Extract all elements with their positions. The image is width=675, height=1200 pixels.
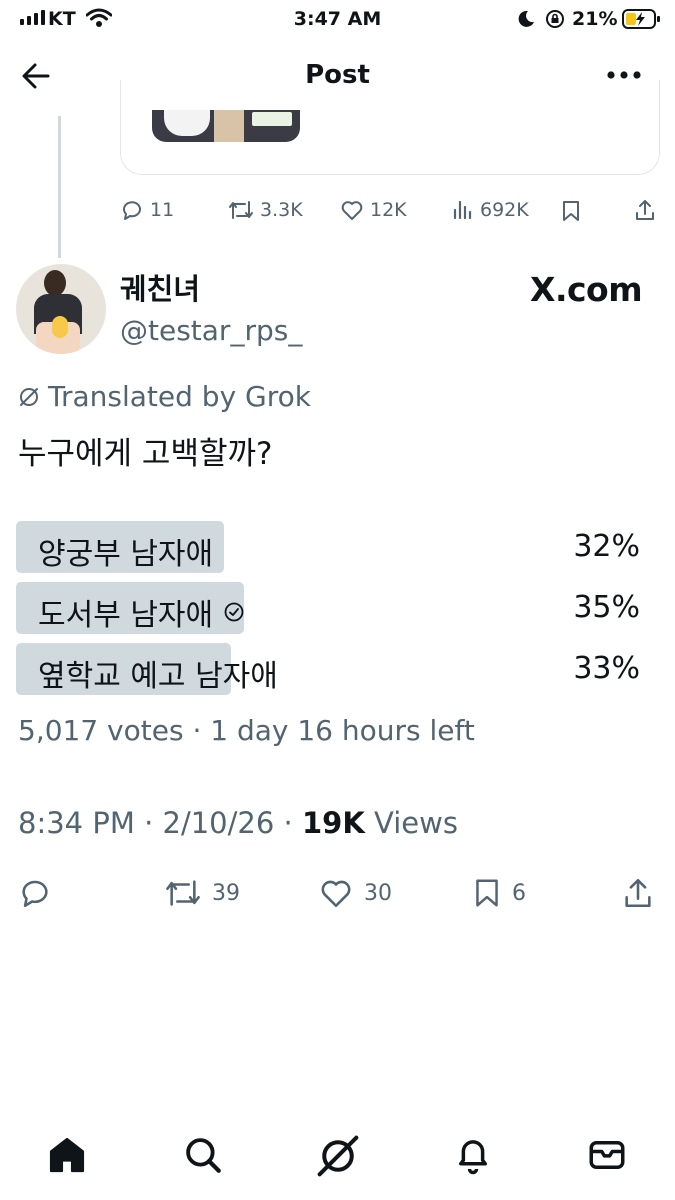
repost-icon bbox=[166, 880, 200, 906]
share-button[interactable] bbox=[622, 876, 654, 910]
poll-option-3[interactable]: 옆학교 예고 남자애 33% bbox=[16, 643, 640, 695]
views-chart-icon bbox=[453, 200, 472, 220]
poll-option-2[interactable]: 도서부 남자애 35% bbox=[16, 582, 640, 634]
poll-option-percent: 32% bbox=[573, 529, 640, 564]
views-count[interactable]: 19K bbox=[302, 806, 365, 840]
like-count: 30 bbox=[364, 880, 392, 906]
poll-summary: 5,017 votes · 1 day 16 hours left bbox=[18, 714, 475, 747]
media-thumbnail[interactable] bbox=[152, 110, 300, 142]
heart-icon bbox=[341, 201, 363, 220]
battery-charging-icon bbox=[622, 8, 662, 30]
search-icon bbox=[186, 1138, 221, 1173]
bookmark-button[interactable]: 6 bbox=[472, 876, 526, 910]
more-options-button[interactable] bbox=[606, 70, 642, 80]
share-icon bbox=[636, 200, 654, 220]
reply-button[interactable] bbox=[18, 876, 52, 910]
repost-action[interactable]: 3.3K bbox=[228, 198, 303, 222]
reply-icon bbox=[22, 880, 48, 908]
like-button[interactable]: 30 bbox=[318, 876, 392, 910]
poll-option-label: 도서부 남자애 bbox=[38, 598, 214, 633]
tab-home[interactable] bbox=[46, 1134, 88, 1176]
reply-count: 11 bbox=[150, 199, 175, 221]
author-handle[interactable]: @testar_rps_ bbox=[120, 314, 302, 347]
views-count: 692K bbox=[480, 199, 529, 221]
reply-icon bbox=[123, 201, 141, 220]
author-name[interactable]: 궤친녀 bbox=[120, 266, 200, 308]
share-icon bbox=[625, 878, 651, 908]
tab-grok[interactable] bbox=[316, 1134, 360, 1178]
views-label: Views bbox=[364, 806, 458, 840]
tab-messages[interactable] bbox=[586, 1134, 628, 1176]
tab-search[interactable] bbox=[182, 1134, 224, 1176]
post-time-date: 8:34 PM · 2/10/26 · bbox=[18, 806, 302, 840]
tab-notifications[interactable] bbox=[452, 1134, 494, 1176]
repost-count: 3.3K bbox=[260, 199, 303, 221]
bookmark-button[interactable] bbox=[560, 199, 582, 223]
share-button[interactable] bbox=[634, 198, 656, 222]
heart-icon bbox=[321, 880, 351, 908]
battery-percent: 21% bbox=[572, 8, 618, 30]
grok-icon bbox=[20, 387, 38, 406]
check-circle-icon bbox=[224, 602, 244, 622]
like-action[interactable]: 12K bbox=[340, 198, 407, 222]
repost-count: 39 bbox=[212, 880, 240, 906]
notifications-icon bbox=[459, 1140, 487, 1175]
like-count: 12K bbox=[370, 199, 407, 221]
poll-option-percent: 33% bbox=[573, 651, 640, 686]
avatar[interactable] bbox=[16, 264, 106, 354]
translation-label: Translated by Grok bbox=[48, 380, 311, 413]
repost-icon bbox=[229, 201, 253, 219]
reply-action[interactable]: 11 bbox=[120, 198, 174, 222]
bookmark-icon bbox=[563, 201, 579, 221]
bookmark-icon bbox=[476, 879, 498, 907]
post-timestamp: 8:34 PM · 2/10/26 · 19K Views bbox=[18, 806, 458, 840]
more-horizontal-icon bbox=[607, 71, 641, 79]
home-icon bbox=[49, 1137, 85, 1173]
xcom-badge: X.com bbox=[530, 270, 643, 309]
tweet-text: 누구에게 고백할까? bbox=[18, 436, 273, 472]
status-bar: KT 3:47 AM 21% bbox=[0, 0, 675, 40]
grok-icon bbox=[317, 1135, 359, 1177]
moon-icon bbox=[516, 9, 536, 29]
poll-option-label: 옆학교 예고 남자애 bbox=[38, 659, 278, 694]
translation-note[interactable]: Translated by Grok bbox=[18, 380, 311, 413]
messages-icon bbox=[589, 1141, 625, 1169]
bookmark-count: 6 bbox=[512, 880, 526, 906]
poll-option-label: 양궁부 남자애 bbox=[38, 537, 214, 572]
rotation-lock-icon bbox=[545, 9, 565, 29]
poll-option-1[interactable]: 양궁부 남자애 32% bbox=[16, 521, 640, 573]
views-action[interactable]: 692K bbox=[452, 198, 529, 222]
repost-button[interactable]: 39 bbox=[164, 876, 240, 910]
poll-option-percent: 35% bbox=[573, 590, 640, 625]
thread-line bbox=[58, 116, 61, 258]
